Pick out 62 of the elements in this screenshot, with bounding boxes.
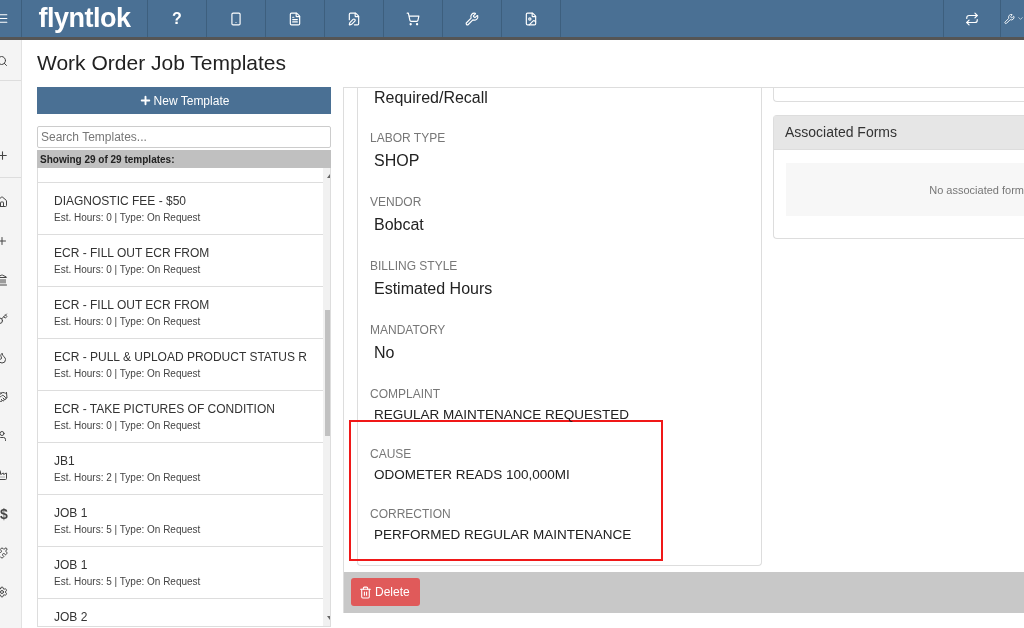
plus-icon[interactable] [0, 234, 8, 247]
field-label: LABOR TYPE [370, 130, 447, 146]
template-name: JB1 [54, 453, 76, 469]
delete-button[interactable]: Delete [351, 578, 420, 607]
trash-icon [359, 585, 372, 599]
field-value: No [373, 343, 396, 363]
field-value: REGULAR MAINTENANCE REQUESTED [373, 406, 631, 424]
field-label: MANDATORY [370, 322, 447, 338]
handshake-icon[interactable] [0, 390, 8, 403]
template-details: Est. Hours: 5 | Type: On Request [54, 575, 202, 589]
template-name: ECR - FILL OUT ECR FROM [54, 297, 211, 313]
logo: flyntlok [38, 3, 131, 34]
empty-message: No associated form [786, 163, 1024, 216]
template-name: ECR - TAKE PICTURES OF CONDITION [54, 401, 276, 417]
new-template-button[interactable]: New Template [37, 87, 331, 114]
template-details: Est. Hours: 0 | Type: On Request [54, 367, 202, 381]
person-icon[interactable] [0, 429, 8, 442]
plus-icon [138, 94, 152, 107]
field-value: SHOP [373, 151, 421, 171]
template-name: JOB 1 [54, 505, 89, 521]
list-header: Showing 29 of 29 templates: [37, 150, 331, 168]
field-label: BILLING STYLE [370, 258, 459, 274]
template-details: Est. Hours: 5 | Type: On Request [54, 523, 202, 537]
wrench-icon[interactable] [1004, 11, 1015, 26]
search-field[interactable]: Search Templates... [37, 126, 331, 148]
bank-icon[interactable] [0, 273, 8, 286]
field-value: ODOMETER READS 100,000MI [373, 466, 571, 484]
template-name: ECR - PULL & UPLOAD PRODUCT STATUS R [54, 349, 307, 365]
page-title: Work Order Job Templates [37, 50, 287, 76]
template-details: Est. Hours: 0 | Type: On Request [54, 211, 202, 225]
forms-title: Associated Forms [774, 116, 1024, 150]
field-value: Required/Recall [373, 88, 489, 108]
field-value: Estimated Hours [373, 279, 494, 299]
flame-icon[interactable] [0, 351, 8, 364]
template-name: DIAGNOSTIC FEE - $50 [54, 193, 188, 209]
key-icon[interactable] [0, 312, 8, 325]
template-details: Est. Hours: 0 | Type: On Request [54, 263, 202, 277]
template-details: Est. Hours: 0 | Type: On Request [54, 315, 202, 329]
field-label: CAUSE [370, 446, 413, 462]
template-details: Est. Hours: 2 | Type: On Request [54, 471, 202, 485]
edit-document-icon[interactable] [347, 11, 361, 26]
settings-icon[interactable] [0, 585, 8, 598]
template-name: JOB 1 [54, 557, 89, 573]
repeat-icon[interactable] [965, 11, 979, 26]
phone-icon[interactable] [229, 11, 243, 26]
field-value: Bobcat [373, 215, 425, 235]
dollar-link[interactable]: $ [0, 505, 8, 522]
document-icon[interactable] [288, 11, 302, 26]
tools-icon[interactable] [465, 11, 479, 26]
puzzle-icon[interactable] [0, 546, 8, 559]
home-icon[interactable] [0, 195, 8, 208]
image-file-icon[interactable] [524, 11, 538, 26]
field-label: VENDOR [370, 194, 423, 210]
factory-icon[interactable] [0, 468, 8, 481]
field-value: PERFORMED REGULAR MAINTENANCE [373, 526, 633, 544]
field-label: COMPLAINT [370, 386, 441, 402]
template-name: JOB 2 [54, 609, 89, 625]
field-label: CORRECTION [370, 506, 452, 522]
template-details: Est. Hours: 0 | Type: On Request [54, 419, 202, 433]
cart-icon[interactable] [406, 11, 420, 26]
help-link[interactable]: ? [172, 9, 182, 28]
template-name: ECR - FILL OUT ECR FROM [54, 245, 211, 261]
